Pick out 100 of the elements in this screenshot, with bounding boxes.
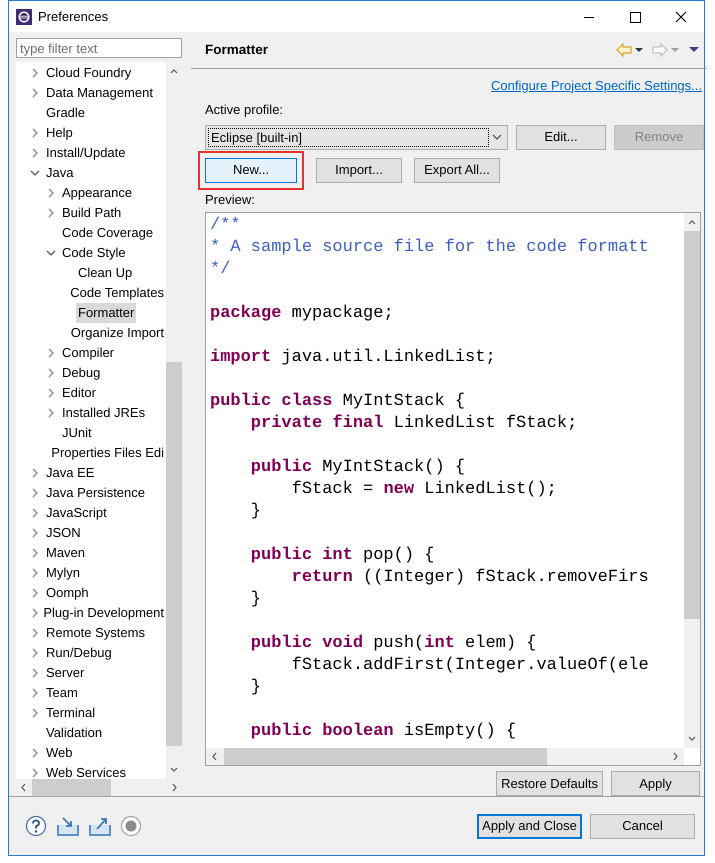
tree-item[interactable]: Server <box>44 663 86 683</box>
chevron-right-icon[interactable] <box>46 388 56 398</box>
code-keyword: int <box>424 634 455 654</box>
code-text: java.util.LinkedList; <box>280 348 496 368</box>
chevron-right-icon[interactable] <box>30 468 40 478</box>
chevron-right-icon[interactable] <box>46 348 56 358</box>
tree-item[interactable]: Run/Debug <box>44 643 114 663</box>
page-title: Formatter <box>205 41 268 60</box>
code-text: fStack.addFirst(Integer.valueOf(ele <box>290 656 649 676</box>
tree-item[interactable]: JavaScript <box>44 503 109 523</box>
code-text: isEmpty() { <box>402 722 516 742</box>
code-text: elem) { <box>464 634 536 654</box>
action-button[interactable]: Export All... <box>414 158 500 183</box>
code-keyword: return <box>290 568 353 588</box>
code-comment: * A sample source file for the code formatt <box>210 238 649 258</box>
tree-item[interactable]: Appearance <box>60 183 134 203</box>
tree-item[interactable]: Web <box>44 743 74 763</box>
chevron-down-icon[interactable] <box>30 168 40 178</box>
tree-item[interactable]: Clean Up <box>76 263 134 283</box>
chevron-right-icon[interactable] <box>30 488 40 498</box>
tree-item[interactable]: Plug-in Development <box>41 603 166 623</box>
tree-item[interactable]: Data Management <box>44 83 155 103</box>
tree-item[interactable]: Maven <box>44 543 88 563</box>
tree-item[interactable]: Code Coverage <box>60 223 156 243</box>
tree-item[interactable]: Oomph <box>44 583 91 603</box>
action-button[interactable]: Import... <box>316 158 402 183</box>
tree-item[interactable]: Properties Files Edi <box>49 443 166 463</box>
chevron-right-icon[interactable] <box>30 88 40 98</box>
chevron-down-icon[interactable] <box>46 248 56 258</box>
code-text: LinkedList(); <box>423 480 557 500</box>
export-icon[interactable] <box>88 815 112 837</box>
code-text: push( <box>372 634 424 654</box>
dialog-button[interactable]: Cancel <box>590 814 695 838</box>
tree-item[interactable]: Validation <box>44 723 104 743</box>
tree-item[interactable]: Web Services <box>44 763 128 779</box>
code-text: MyIntStack() { <box>321 458 466 478</box>
chevron-right-icon[interactable] <box>46 208 56 218</box>
filter-field[interactable]: type filter text <box>16 38 182 58</box>
code-text: pop() { <box>362 546 434 566</box>
chevron-right-icon[interactable] <box>30 648 40 658</box>
code-keyword: private final <box>250 414 384 434</box>
tree-item[interactable]: Mylyn <box>44 563 82 583</box>
page-button[interactable]: Restore Defaults <box>496 770 603 796</box>
chevron-right-icon[interactable] <box>30 548 40 558</box>
tree-item[interactable]: Terminal <box>44 703 98 723</box>
chevron-right-icon[interactable] <box>30 588 40 598</box>
tree-item[interactable]: Editor <box>60 383 98 403</box>
record-icon[interactable] <box>120 815 142 837</box>
tree-item[interactable]: Organize Import <box>68 323 166 343</box>
help-icon[interactable] <box>25 815 47 837</box>
code-keyword: public void <box>250 634 364 654</box>
tree-item[interactable]: Compiler <box>60 343 116 363</box>
dialog-button[interactable]: Apply and Close <box>477 814 582 838</box>
chevron-right-icon[interactable] <box>30 128 40 138</box>
tree-item[interactable]: Team <box>44 683 80 703</box>
action-button[interactable]: New... <box>205 158 297 183</box>
profile-label: Active profile: <box>205 101 284 120</box>
chevron-right-icon[interactable] <box>30 708 40 718</box>
import-icon[interactable] <box>56 815 80 837</box>
chevron-right-icon[interactable] <box>30 628 40 638</box>
tree-item[interactable]: Java <box>44 163 76 183</box>
chevron-right-icon[interactable] <box>46 408 56 418</box>
profile-dropdown[interactable]: Eclipse [built-in] <box>205 124 508 150</box>
tree-item[interactable]: Formatter <box>76 303 136 323</box>
tree-item[interactable]: Debug <box>60 363 102 383</box>
chevron-right-icon[interactable] <box>30 568 40 578</box>
tree-item[interactable]: Cloud Foundry <box>44 63 134 83</box>
tree-item[interactable]: JUnit <box>60 423 94 443</box>
chevron-right-icon[interactable] <box>30 148 40 158</box>
chevron-right-icon[interactable] <box>30 668 40 678</box>
tree-item[interactable]: Install/Update <box>44 143 128 163</box>
tree-item[interactable]: Java EE <box>44 463 96 483</box>
tree-item[interactable]: Gradle <box>44 103 88 123</box>
project-settings-link[interactable]: Configure Project Specific Settings... <box>491 76 702 96</box>
chevron-right-icon[interactable] <box>30 68 40 78</box>
page-button[interactable]: Apply <box>611 770 700 796</box>
chevron-right-icon[interactable] <box>30 608 40 618</box>
code-comment: /** <box>210 216 241 236</box>
tree-item[interactable]: Help <box>44 123 75 143</box>
tree-item[interactable]: Build Path <box>60 203 124 223</box>
chevron-right-icon[interactable] <box>30 768 40 778</box>
tree-item[interactable]: Code Templates <box>68 283 166 303</box>
tree-item[interactable]: JSON <box>44 523 83 543</box>
tree-item[interactable]: Java Persistence <box>44 483 147 503</box>
chevron-right-icon[interactable] <box>30 688 40 698</box>
profile-button[interactable]: Edit... <box>516 124 606 150</box>
scrollbar[interactable] <box>206 748 684 765</box>
chevron-right-icon[interactable] <box>30 748 40 758</box>
code-text: fStack = <box>290 480 374 500</box>
code-text: } <box>250 502 262 522</box>
scrollbar[interactable] <box>684 213 700 748</box>
tree-item[interactable]: Code Style <box>60 243 128 263</box>
tree-item[interactable]: Remote Systems <box>44 623 147 643</box>
tree-item[interactable]: Installed JREs <box>60 403 148 423</box>
code-keyword: public class <box>210 392 332 412</box>
chevron-right-icon[interactable] <box>46 368 56 378</box>
window-title: Preferences <box>38 8 108 26</box>
chevron-right-icon[interactable] <box>30 528 40 538</box>
chevron-right-icon[interactable] <box>46 188 56 198</box>
chevron-right-icon[interactable] <box>30 508 40 518</box>
